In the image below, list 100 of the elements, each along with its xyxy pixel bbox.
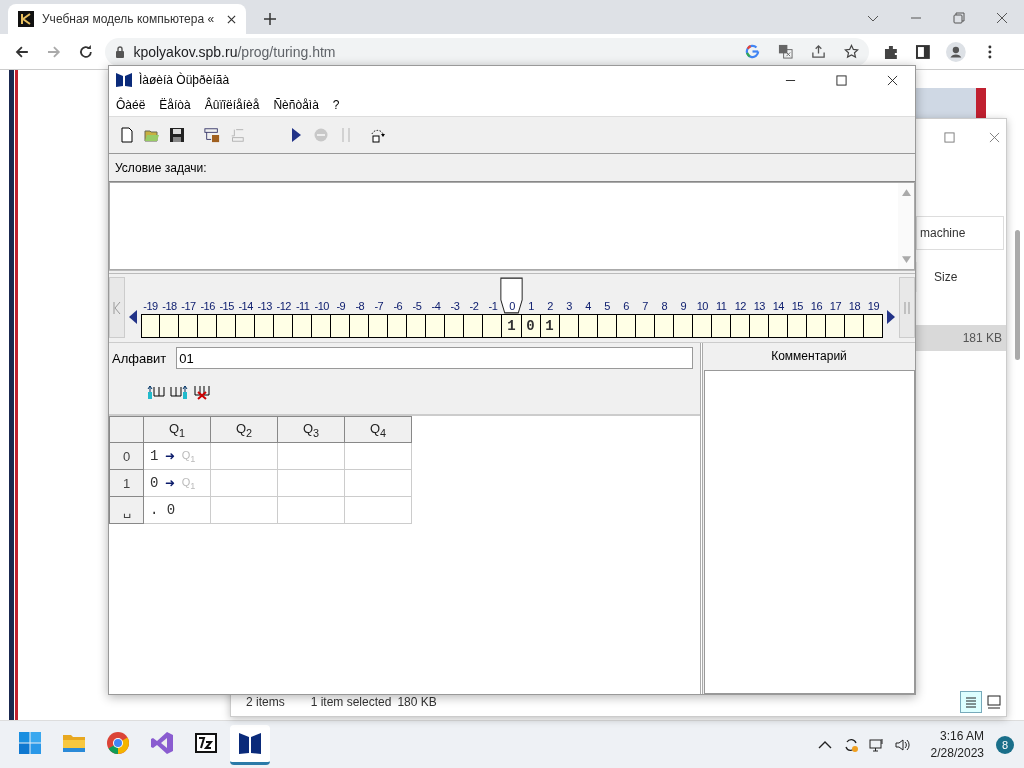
tape-cell[interactable] [141, 314, 160, 338]
problem-label: Условие задачи: [115, 160, 207, 175]
tape-cell[interactable]: 1 [502, 314, 522, 338]
tape-cell[interactable] [369, 314, 389, 338]
tape-load-button[interactable] [202, 125, 221, 145]
table-cell[interactable]: . 0 [143, 496, 211, 524]
details-view-icon[interactable] [960, 691, 982, 713]
table-cell[interactable] [344, 496, 412, 524]
menu-item[interactable]: Âûïîëíåíèå [204, 98, 260, 112]
alphabet-field[interactable]: 01 [176, 347, 693, 369]
tape-symbol: 0 [526, 318, 535, 334]
cell-index: 3 [566, 300, 572, 312]
state-header[interactable]: Q$_{1}$ [143, 416, 211, 443]
close-icon[interactable] [887, 74, 898, 86]
tape-cell[interactable] [198, 314, 218, 338]
stop-icon [312, 127, 329, 143]
tape-symbol: 1 [545, 318, 554, 334]
close-icon[interactable] [227, 14, 236, 24]
cell-index: 5 [604, 300, 610, 312]
state-header[interactable]: Q$_{4}$ [344, 416, 412, 443]
cell-index: -12 [276, 300, 291, 312]
tape-cell[interactable] [388, 314, 408, 338]
insert-before-column-button[interactable] [147, 383, 165, 401]
ide-icon [150, 731, 174, 755]
url-text: kpolyakov.spb.ru/prog/turing.htm [133, 43, 336, 60]
tape-cell[interactable] [255, 314, 275, 338]
symbol-header[interactable]: 0 [109, 442, 144, 470]
menu-item[interactable]: Ëåíòà [159, 98, 191, 112]
comment-header: Комментарий [770, 347, 848, 365]
table-cell[interactable] [344, 442, 412, 470]
tape-start-button[interactable] [109, 277, 125, 338]
close-icon[interactable] [996, 12, 1008, 24]
tape-cell[interactable] [426, 314, 446, 338]
tape-cell[interactable] [179, 314, 199, 338]
delete-column-button[interactable] [193, 383, 211, 401]
cell-index: 13 [753, 300, 765, 312]
tiles-view-icon[interactable] [984, 692, 1004, 712]
state-header[interactable]: Q$_{2}$ [210, 416, 278, 443]
new-tab-icon[interactable] [264, 13, 276, 25]
turing-taskbar-button[interactable] [230, 724, 270, 765]
tape-cell[interactable] [236, 314, 256, 338]
table-cell[interactable] [344, 469, 412, 497]
tape-load-icon [203, 127, 220, 143]
maximize-icon[interactable] [836, 74, 847, 86]
tape-cell[interactable] [312, 314, 332, 338]
tape-cell[interactable] [407, 314, 427, 338]
table-cell[interactable] [210, 442, 278, 470]
insert-after-column-button[interactable] [170, 383, 188, 401]
right-triangle-icon [887, 310, 895, 324]
write-symbol: 1 [150, 448, 159, 465]
browser-tab[interactable]: Учебная модель компьютера « [8, 4, 246, 34]
table-cell[interactable] [277, 442, 345, 470]
tape-cell[interactable] [483, 314, 503, 338]
address-field[interactable]: kpolyakov.spb.ru/prog/turing.htm [105, 37, 869, 66]
save-button[interactable] [167, 125, 186, 145]
table-cell[interactable] [277, 496, 345, 524]
tape-cell[interactable] [160, 314, 180, 338]
table-cell[interactable] [210, 496, 278, 524]
translate-icon[interactable] [777, 44, 793, 59]
menu-item[interactable]: Ôàéë [116, 98, 146, 112]
restore-icon[interactable] [953, 12, 965, 24]
reload-icon[interactable] [77, 43, 94, 60]
floppy-icon [168, 127, 185, 143]
symbol-header[interactable]: 1 [109, 469, 144, 497]
table-cell[interactable] [210, 469, 278, 497]
insert-column-icon [147, 384, 165, 400]
network-icon[interactable] [868, 736, 885, 753]
share-icon[interactable] [810, 44, 826, 59]
volume-icon[interactable] [894, 736, 911, 753]
cell-index: -16 [200, 300, 215, 312]
notification-badge[interactable]: 8 [996, 735, 1014, 754]
clock[interactable]: 3:16 AM 2/28/2023 [930, 727, 984, 762]
cell-index: 6 [623, 300, 629, 312]
tape-cell[interactable] [331, 314, 351, 338]
menu-item[interactable]: ? [332, 98, 340, 112]
cell-index: 4 [585, 300, 591, 312]
sidebar-icon[interactable] [914, 43, 931, 60]
tape-cell[interactable] [274, 314, 294, 338]
extensions-icon[interactable] [882, 43, 899, 60]
tab-title: Учебная модель компьютера « [42, 12, 216, 26]
google-icon[interactable] [744, 44, 760, 59]
table-cell[interactable] [277, 469, 345, 497]
table-cell[interactable]: 0 ➜ Q$_{1}$ [143, 469, 211, 497]
tape-cell[interactable] [293, 314, 313, 338]
page-icon [118, 127, 135, 143]
profile-icon[interactable] [946, 41, 967, 62]
scrollbar[interactable] [1015, 230, 1020, 360]
tape-cell[interactable] [445, 314, 465, 338]
file-row[interactable]: 181 KB [916, 325, 1006, 351]
star-icon[interactable] [843, 44, 859, 59]
symbol-header[interactable]: ␣ [109, 496, 144, 524]
cell-index: -9 [336, 300, 346, 312]
tape-cell[interactable] [464, 314, 484, 338]
table-cell[interactable]: 1 ➜ Q$_{1}$ [143, 442, 211, 470]
menu-item[interactable]: Ñèñòåìà [273, 98, 319, 112]
tape-cell[interactable] [350, 314, 370, 338]
cell-index: -15 [219, 300, 234, 312]
tape-cell[interactable] [217, 314, 237, 338]
state-header[interactable]: Q$_{3}$ [277, 416, 345, 443]
search-field[interactable]: machine [916, 216, 1004, 250]
